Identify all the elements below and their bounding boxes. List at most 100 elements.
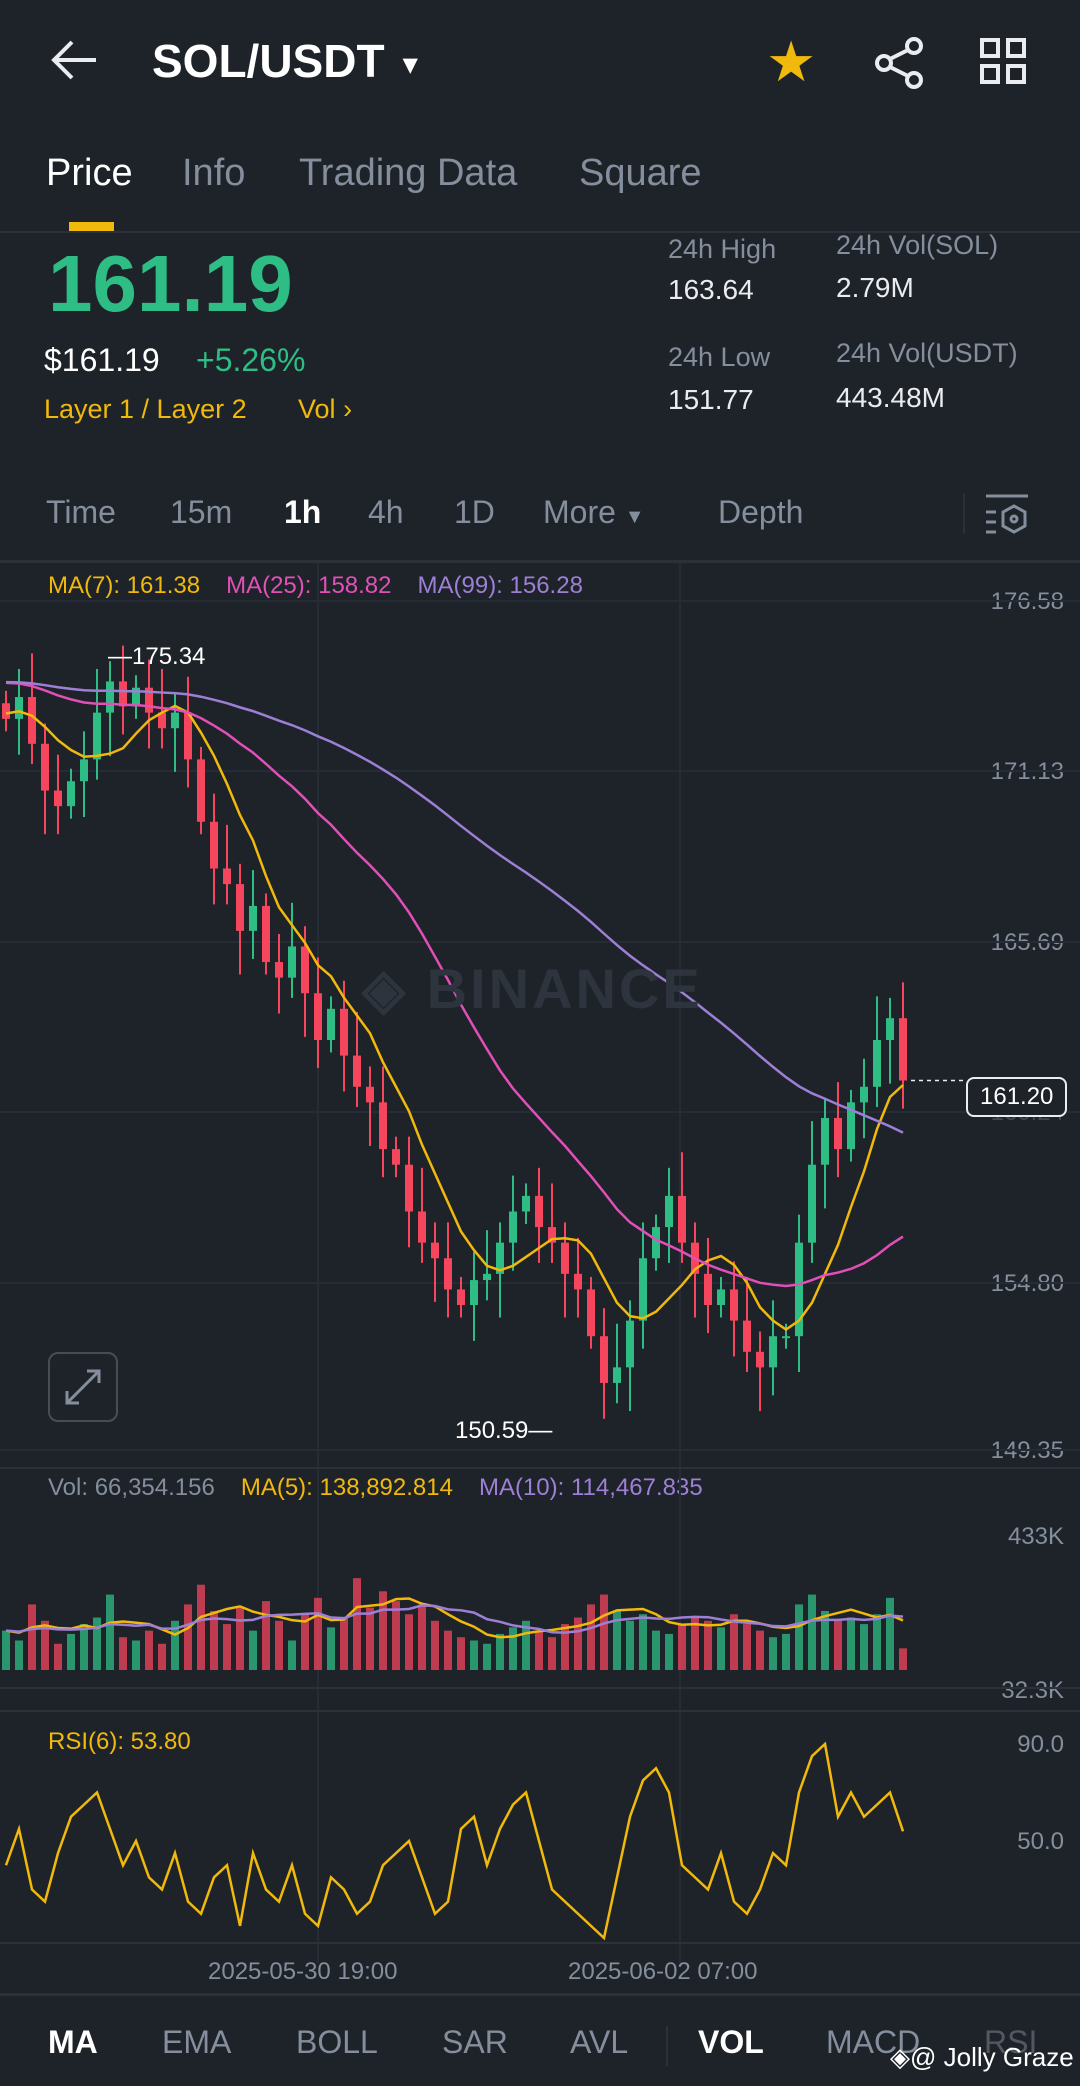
volume-bar — [639, 1614, 647, 1670]
tab-trading-data[interactable]: Trading Data — [299, 152, 517, 195]
divider — [666, 2026, 668, 2066]
tf-1h[interactable]: 1h — [284, 494, 321, 531]
usd-price: $161.19 — [44, 342, 160, 378]
candle — [626, 1320, 634, 1368]
low-value: 151.77 — [668, 384, 754, 415]
favorite-star-icon[interactable]: ★ — [766, 34, 816, 90]
candle — [769, 1336, 777, 1368]
volume-bar — [249, 1630, 257, 1670]
vol-tag[interactable]: Vol › — [298, 394, 352, 425]
volume-bar — [782, 1633, 790, 1670]
indicator-boll[interactable]: BOLL — [296, 2024, 378, 2061]
volume-bar — [405, 1614, 413, 1670]
candle — [717, 1289, 725, 1306]
volume-bar — [54, 1643, 62, 1670]
indicator-sar[interactable]: SAR — [442, 2024, 508, 2061]
candle — [236, 884, 244, 931]
volume-bar — [15, 1640, 23, 1670]
divider — [963, 494, 965, 534]
candle — [210, 821, 218, 869]
candle — [249, 905, 257, 931]
candle — [886, 1018, 894, 1040]
volume-bar — [314, 1597, 322, 1670]
tf-more[interactable]: More ▼ — [543, 494, 645, 531]
candle — [197, 759, 205, 822]
kline-chart[interactable] — [0, 563, 1080, 1993]
watermark: ◈ BINANCE — [362, 957, 703, 1020]
candle — [314, 993, 322, 1040]
candle — [574, 1273, 582, 1290]
divider — [0, 1993, 1080, 1996]
volume-bar — [756, 1630, 764, 1670]
candle — [28, 697, 36, 744]
volume-bar — [587, 1604, 595, 1670]
volume-bar — [106, 1594, 114, 1670]
indicator-ma[interactable]: MA — [48, 2024, 98, 2061]
volume-bar — [769, 1637, 777, 1670]
candle — [41, 743, 49, 791]
candle — [275, 962, 283, 978]
tf-4h[interactable]: 4h — [368, 494, 404, 531]
volume-bar — [626, 1620, 634, 1670]
candle — [704, 1273, 712, 1306]
volume-bar — [678, 1624, 686, 1670]
candle — [834, 1117, 842, 1150]
pair-title[interactable]: SOL/USDT ▼ — [152, 34, 423, 88]
volume-bar — [145, 1630, 153, 1670]
tab-square[interactable]: Square — [579, 152, 702, 195]
fullscreen-button[interactable] — [48, 1352, 118, 1422]
candle — [470, 1280, 478, 1306]
candle — [873, 1039, 881, 1087]
volume-bar — [600, 1594, 608, 1670]
volume-bar — [561, 1624, 569, 1670]
volume-bar — [223, 1624, 231, 1670]
candle — [93, 712, 101, 760]
indicator-avl[interactable]: AVL — [570, 2024, 628, 2061]
candle — [353, 1055, 361, 1087]
volume-bar — [67, 1633, 75, 1670]
candle — [743, 1320, 751, 1352]
back-button[interactable] — [48, 38, 100, 82]
volume-bar — [353, 1578, 361, 1670]
footer-watermark: ◈@ Jolly Graze — [890, 2042, 1074, 2072]
vol-sol-value: 2.79M — [836, 272, 914, 303]
candle — [405, 1164, 413, 1212]
tab-info[interactable]: Info — [182, 152, 245, 195]
high-marker: —175.34 — [108, 643, 206, 670]
candle — [301, 946, 309, 994]
volume-bar — [665, 1633, 673, 1670]
volume-bar — [548, 1637, 556, 1670]
category-tag[interactable]: Layer 1 / Layer 2 — [44, 394, 247, 425]
candle — [665, 1195, 673, 1228]
tf-time[interactable]: Time — [46, 494, 116, 531]
tf-depth[interactable]: Depth — [718, 494, 803, 531]
candle — [808, 1164, 816, 1243]
tf-1d[interactable]: 1D — [454, 494, 495, 531]
candle — [106, 681, 114, 713]
candle — [613, 1367, 621, 1383]
candle — [535, 1195, 543, 1228]
indicator-vol[interactable]: VOL — [698, 2024, 764, 2061]
volume-bar — [392, 1601, 400, 1670]
candle — [756, 1351, 764, 1368]
volume-bar — [184, 1604, 192, 1670]
volume-bar — [860, 1624, 868, 1670]
candle — [899, 1018, 907, 1081]
last-price: 161.19 — [48, 239, 293, 328]
volume-bar — [93, 1617, 101, 1670]
tf-15m[interactable]: 15m — [170, 494, 232, 531]
grid-menu-icon[interactable] — [980, 38, 1026, 89]
high-value: 163.64 — [668, 274, 754, 305]
volume-bar — [886, 1597, 894, 1670]
volume-bar — [444, 1630, 452, 1670]
volume-bar — [197, 1584, 205, 1670]
volume-bar — [470, 1640, 478, 1670]
candle — [431, 1242, 439, 1259]
share-icon[interactable] — [872, 36, 926, 95]
indicator-ema[interactable]: EMA — [162, 2024, 231, 2061]
chart-settings-icon[interactable] — [984, 494, 1030, 543]
low-label: 24h Low — [668, 342, 771, 372]
candle — [54, 790, 62, 807]
vol-usdt-label: 24h Vol(USDT) — [836, 338, 1018, 368]
tab-price[interactable]: Price — [46, 152, 133, 195]
